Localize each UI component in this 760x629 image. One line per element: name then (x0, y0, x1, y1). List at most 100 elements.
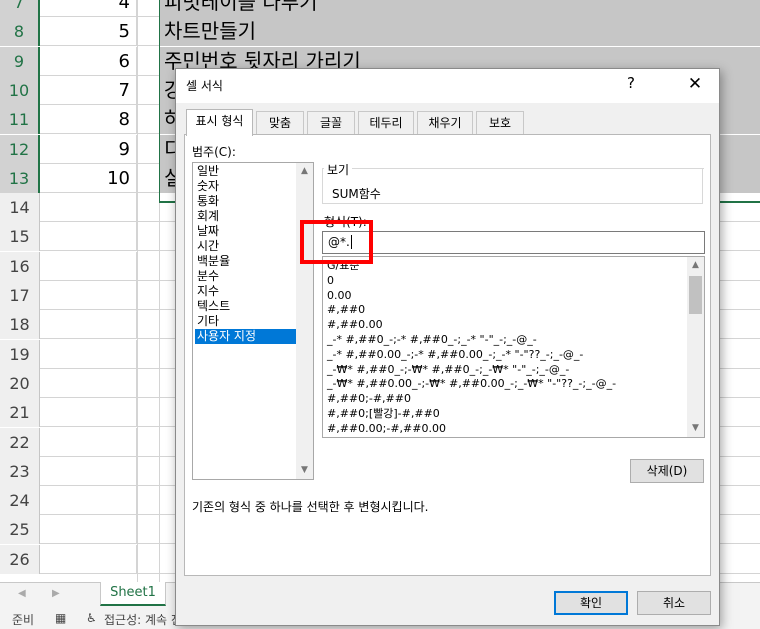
category-item[interactable]: 숫자 (195, 179, 296, 194)
format-list[interactable]: ▲ ▼ G/표준 0 0.00 #,##0 #,##0.00 _-* #,##0_-;-*… (322, 256, 705, 438)
number-cell[interactable]: 8 (41, 105, 137, 135)
number-cell[interactable] (41, 281, 137, 310)
description-text: 기존의 형식 중 하나를 선택한 후 변형시킵니다. (192, 500, 429, 514)
tab-border[interactable]: 테두리 (358, 111, 414, 135)
number-cell[interactable] (41, 310, 137, 340)
tab-protection[interactable]: 보호 (476, 111, 524, 135)
type-input[interactable]: @*. (322, 231, 705, 254)
category-item[interactable]: 분수 (195, 269, 296, 284)
number-cell[interactable] (41, 544, 137, 574)
row-header[interactable]: 12 (0, 134, 40, 164)
row-header[interactable]: 24 (0, 486, 40, 516)
row-header[interactable]: 7 (0, 0, 40, 17)
number-cell[interactable]: 10 (41, 163, 137, 193)
status-ready: 준비 (12, 613, 35, 627)
row-header[interactable]: 11 (0, 105, 40, 135)
sample-label: 보기 (324, 161, 353, 178)
format-list-item[interactable]: #,##0.00;-#,##0.00 (327, 421, 446, 436)
number-cell[interactable] (41, 368, 137, 398)
table-row[interactable]: 8 5 차트만들기 (0, 17, 760, 47)
number-cell[interactable] (41, 486, 137, 516)
category-item[interactable]: 사용자 지정 (195, 329, 296, 344)
format-list-item[interactable]: _-₩* #,##0_-;-₩* #,##0_-;_-₩* "-"_-;_-@_… (327, 362, 569, 377)
number-cell[interactable] (41, 398, 137, 428)
format-list-item[interactable]: #,##0;-#,##0 (327, 391, 411, 406)
sheet-stats-icon[interactable]: ▦ (55, 611, 66, 625)
category-item[interactable]: 날짜 (195, 224, 296, 239)
sample-value: SUM함수 (332, 187, 381, 201)
category-item[interactable]: 지수 (195, 284, 296, 299)
format-list-item[interactable]: #,##0.00 (327, 317, 383, 332)
row-header[interactable]: 10 (0, 75, 40, 105)
scroll-left-icon[interactable]: ◀ (18, 588, 26, 599)
number-cell[interactable] (41, 515, 137, 545)
format-list-item[interactable]: 0.00 (327, 288, 352, 303)
format-list-item[interactable]: _-* #,##0.00_-;-* #,##0.00_-;_-* "-"??_-… (327, 347, 583, 362)
cancel-button[interactable]: 취소 (637, 591, 711, 615)
number-cell[interactable] (41, 339, 137, 369)
row-header[interactable]: 17 (0, 281, 40, 310)
format-list-item[interactable]: _-* #,##0_-;-* #,##0_-;_-* "-"_-;_-@_- (327, 332, 537, 347)
number-cell[interactable]: 5 (41, 17, 137, 47)
row-header[interactable]: 23 (0, 456, 40, 486)
category-item[interactable]: 시간 (195, 239, 296, 254)
format-list-item[interactable]: 0 (327, 273, 334, 288)
close-button[interactable]: ✕ (684, 74, 706, 94)
row-header[interactable]: 16 (0, 251, 40, 281)
tab-number[interactable]: 표시 형식 (186, 109, 253, 136)
scroll-down-icon[interactable]: ▼ (296, 462, 313, 479)
row-header[interactable]: 26 (0, 544, 40, 574)
tab-fill[interactable]: 채우기 (417, 111, 473, 135)
format-list-item[interactable]: _-₩* #,##0.00_-;-₩* #,##0.00_-;_-₩* "-"?… (327, 376, 616, 391)
number-cell[interactable] (41, 222, 137, 252)
table-row[interactable]: 7 4 피벗테이블 다루기 (0, 0, 760, 17)
category-scrollbar[interactable]: ▲ ▼ (296, 163, 313, 479)
row-header[interactable]: 21 (0, 398, 40, 428)
number-cell[interactable] (41, 251, 137, 281)
scroll-up-icon[interactable]: ▲ (687, 257, 704, 274)
category-item[interactable]: 텍스트 (195, 299, 296, 314)
format-list-item[interactable]: #,##0 (327, 302, 365, 317)
row-header[interactable]: 8 (0, 17, 40, 47)
number-cell[interactable]: 6 (41, 46, 137, 76)
number-cell[interactable]: 4 (41, 0, 137, 17)
highlight-box (300, 220, 373, 264)
row-header[interactable]: 25 (0, 515, 40, 545)
text-cell[interactable]: 피벗테이블 다루기 (160, 0, 760, 17)
scroll-thumb[interactable] (689, 276, 702, 314)
row-header[interactable]: 15 (0, 222, 40, 252)
format-cells-dialog: 셀 서식 ? ✕ 표시 형식 맞춤 글꼴 테두리 채우기 보호 범주(C): ▲… (175, 68, 720, 626)
scroll-up-icon[interactable]: ▲ (296, 163, 313, 180)
category-item[interactable]: 통화 (195, 194, 296, 209)
category-list[interactable]: ▲ ▼ 일반 숫자 통화 회계 날짜 시간 백분율 분수 지수 텍스트 기타 사용자 지정 (192, 162, 314, 480)
tab-alignment[interactable]: 맞춤 (256, 111, 304, 135)
row-header[interactable]: 14 (0, 193, 40, 223)
format-scrollbar[interactable]: ▲ ▼ (687, 257, 704, 437)
scroll-right-icon[interactable]: ▶ (52, 588, 60, 599)
help-button[interactable]: ? (621, 74, 641, 92)
number-cell[interactable]: 7 (41, 75, 137, 105)
sheet-tab-sheet1[interactable]: Sheet1 (100, 582, 166, 606)
category-item[interactable]: 일반 (195, 164, 296, 179)
number-cell[interactable] (41, 456, 137, 486)
number-cell[interactable]: 9 (41, 134, 137, 164)
row-header[interactable]: 20 (0, 368, 40, 398)
category-item[interactable]: 기타 (195, 314, 296, 329)
tab-font[interactable]: 글꼴 (307, 111, 355, 135)
row-header[interactable]: 19 (0, 339, 40, 369)
row-header[interactable]: 18 (0, 310, 40, 340)
row-header[interactable]: 22 (0, 427, 40, 457)
delete-button[interactable]: 삭제(D) (630, 459, 704, 483)
ok-button[interactable]: 확인 (554, 591, 628, 615)
text-cell[interactable]: 차트만들기 (160, 17, 760, 47)
scroll-down-icon[interactable]: ▼ (687, 420, 704, 437)
number-cell[interactable] (41, 193, 137, 223)
format-list-item[interactable]: #,##0;[빨강]-#,##0 (327, 406, 440, 421)
dialog-titlebar[interactable]: 셀 서식 ? ✕ (176, 69, 719, 103)
row-header[interactable]: 13 (0, 163, 40, 193)
category-item[interactable]: 회계 (195, 209, 296, 224)
row-header[interactable]: 9 (0, 46, 40, 76)
accessibility-icon[interactable]: ♿ (86, 611, 97, 625)
category-item[interactable]: 백분율 (195, 254, 296, 269)
number-cell[interactable] (41, 427, 137, 457)
